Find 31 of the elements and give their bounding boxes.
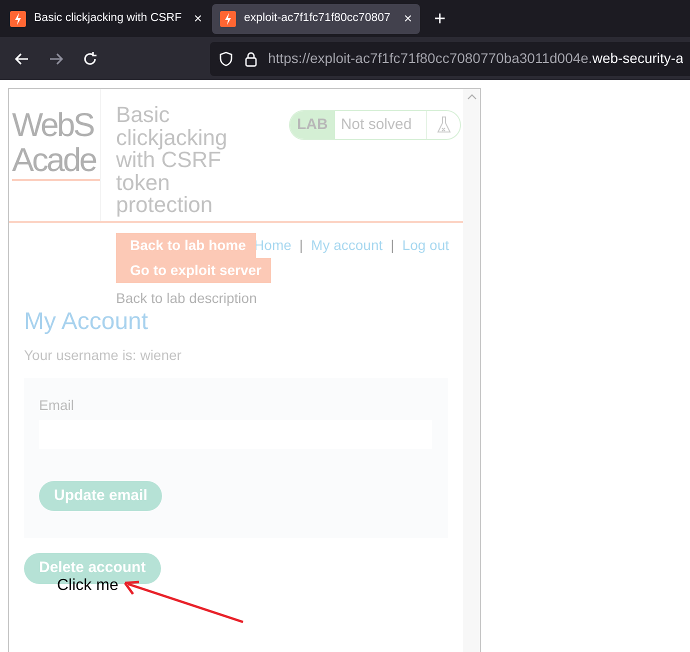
browser-tab[interactable]: exploit-ac7f1fc71f80cc70807 × (212, 4, 420, 34)
back-icon[interactable] (14, 50, 30, 66)
tab-title: Basic clickjacking with CSRF (34, 10, 183, 26)
header-link[interactable]: Back to lab home (116, 233, 256, 258)
status-text: Not solved (340, 114, 413, 135)
url-text: https://exploit-ac7f1fc71f80cc7080770ba3011d004e.web-security-a (268, 49, 684, 68)
lab-title: Basic clickjacking with CSRF token protection (116, 104, 228, 219)
header-link[interactable]: Go to exploit server (116, 258, 272, 283)
shield-icon (218, 50, 234, 66)
nav-link[interactable]: My account (311, 235, 383, 256)
reload-icon[interactable] (82, 50, 98, 66)
nav-separator: | (299, 236, 304, 255)
page-heading: My Account (24, 307, 150, 337)
forward-icon[interactable] (48, 50, 64, 66)
flask-icon (436, 116, 450, 134)
close-button[interactable]: × (194, 8, 202, 29)
nav-separator: | (390, 236, 394, 255)
back-link[interactable]: Back to lab description (116, 288, 463, 309)
new-tab-button[interactable]: + (434, 4, 446, 34)
bolt-icon (10, 10, 26, 26)
username-text: Your username is: wiener (24, 346, 182, 365)
close-button[interactable]: × (404, 8, 412, 29)
logo: WebS Acade (12, 107, 100, 181)
address-bar[interactable]: https://exploit-ac7f1fc71f80cc7080770ba3011d004e.web-security-a (210, 42, 690, 76)
update-email-button[interactable]: Update email (39, 481, 162, 511)
field-label: Email (39, 396, 76, 415)
bolt-icon (220, 10, 236, 26)
lock-icon (244, 50, 258, 66)
browser-tab[interactable]: Basic clickjacking with CSRF × (2, 4, 210, 34)
tab-title: exploit-ac7f1fc71f80cc70807 (244, 10, 392, 26)
nav-link[interactable]: Log out (402, 235, 449, 256)
